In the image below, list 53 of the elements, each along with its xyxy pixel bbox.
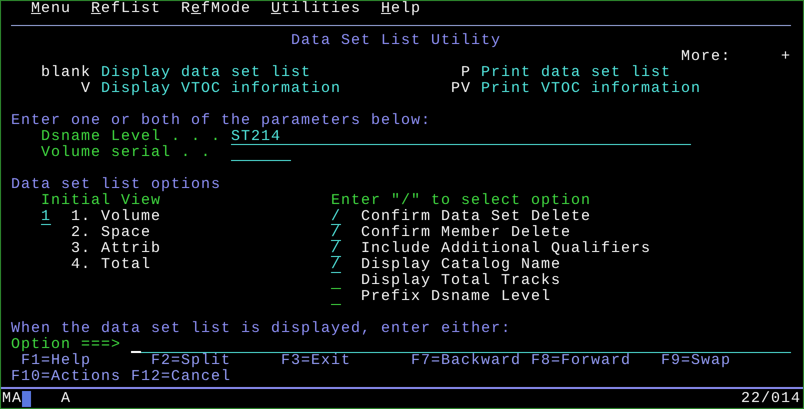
- function-key: F3=Exit: [281, 353, 352, 369]
- action-label: Display data set list: [101, 65, 312, 81]
- function-key: F10=Actions: [11, 369, 122, 385]
- option-label: Display Total Tracks: [361, 273, 562, 289]
- menu-item[interactable]: Menu: [31, 1, 72, 17]
- option-label: Confirm Data Set Delete: [361, 209, 592, 225]
- more-label: More:: [681, 49, 732, 65]
- cursor-indicator: [22, 390, 32, 406]
- field-label: Volume serial . .: [41, 145, 212, 161]
- column-heading: Initial View: [41, 193, 162, 209]
- menu-item[interactable]: RefList: [91, 1, 162, 17]
- function-key: F9=Swap: [661, 353, 732, 369]
- option-checkbox[interactable]: /: [331, 257, 341, 273]
- action-label: Print VTOC information: [481, 81, 702, 97]
- function-key: F12=Cancel: [131, 369, 232, 385]
- mode-indicator: A: [61, 390, 72, 406]
- action-code: P: [460, 65, 471, 81]
- instruction-text: Enter one or both of the parameters below:: [11, 113, 432, 129]
- option-label: Include Additional Qualifiers: [361, 241, 652, 257]
- menu-item[interactable]: Help: [381, 1, 422, 17]
- instruction-text: When the data set list is displayed, enter either:: [11, 321, 512, 337]
- option-label: Display Catalog Name: [361, 257, 562, 273]
- function-key: F2=Split: [151, 353, 232, 369]
- command-label: Option ===>: [11, 337, 122, 353]
- option-checkbox[interactable]: /: [331, 241, 341, 257]
- action-label: Print data set list: [481, 65, 672, 81]
- action-code: PV: [450, 81, 471, 97]
- view-option: 1. Volume: [71, 209, 162, 225]
- function-key: F7=Backward: [411, 353, 522, 369]
- session-indicator: MA: [2, 390, 22, 406]
- option-label: Prefix Dsname Level: [361, 289, 552, 305]
- field-label: Dsname Level . . .: [41, 129, 222, 145]
- view-option: 3. Attrib: [71, 241, 162, 257]
- action-code: V: [80, 81, 91, 97]
- action-label: Display VTOC information: [101, 81, 342, 97]
- input-field[interactable]: 1: [41, 209, 51, 225]
- view-option: 2. Space: [71, 225, 152, 241]
- text-cursor: [131, 351, 141, 353]
- section-heading: Data set list options: [11, 177, 222, 193]
- menu-item[interactable]: Utilities: [271, 1, 362, 17]
- column-heading: Enter "/" to select option: [331, 193, 592, 209]
- panel-title: Data Set List Utility: [291, 33, 502, 49]
- action-code: blank: [40, 65, 91, 81]
- option-checkbox[interactable]: /: [331, 225, 341, 241]
- more-indicator: +: [781, 49, 792, 65]
- option-checkbox[interactable]: /: [331, 209, 341, 225]
- cursor-position: 22/014: [740, 390, 801, 406]
- input-field[interactable]: ST214: [231, 129, 691, 145]
- view-option: 4. Total: [71, 257, 152, 273]
- option-label: Confirm Member Delete: [361, 225, 572, 241]
- function-key: F8=Forward: [531, 353, 632, 369]
- menu-item[interactable]: RefMode: [181, 1, 252, 17]
- function-key: F1=Help: [21, 353, 92, 369]
